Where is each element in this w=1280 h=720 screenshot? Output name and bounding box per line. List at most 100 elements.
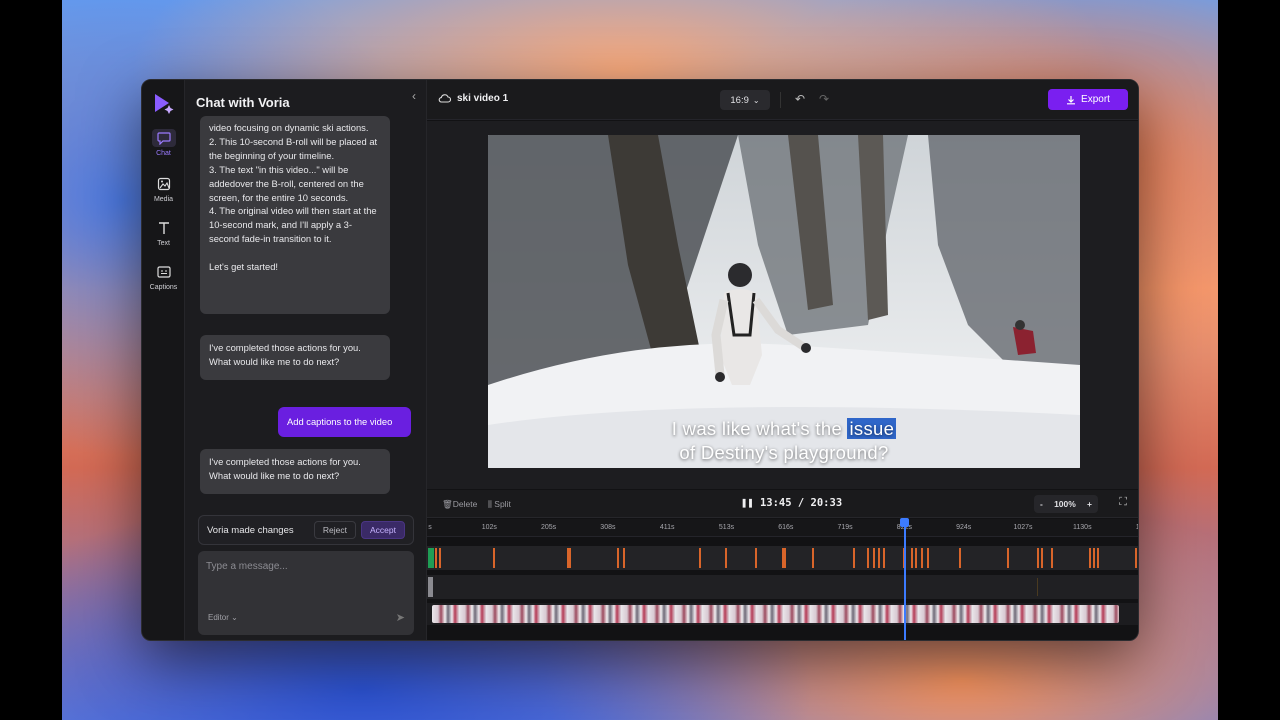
timecode-text: 13:45 / 20:33: [759, 497, 843, 509]
audio-marker: [1007, 548, 1009, 568]
ruler-tick-label: 719s: [837, 524, 853, 531]
audio-marker: [927, 548, 929, 568]
download-icon: [1067, 95, 1076, 104]
timeline-track-audio-markers[interactable]: [427, 546, 1138, 570]
timeline-controls: 🗑︎Delete ⫼ Split ❚❚ 13:45 / 20:33 - 100%…: [427, 490, 1138, 518]
rail-item-chat[interactable]: Chat: [142, 129, 185, 157]
audio-marker: [878, 548, 880, 568]
rail-label-captions: Captions: [149, 284, 178, 291]
zoom-level: 100%: [1054, 499, 1076, 509]
broll-clip[interactable]: [428, 577, 433, 597]
audio-marker: [439, 548, 441, 568]
trash-icon: 🗑︎: [442, 499, 453, 509]
chat-icon: [151, 129, 176, 147]
export-button[interactable]: Export: [1048, 89, 1128, 110]
project-name: ski video 1: [457, 93, 509, 104]
playback-timecode: ❚❚ 13:45 / 20:33: [741, 497, 842, 509]
audio-marker: [623, 548, 625, 568]
ruler-tick-label: 924s: [956, 524, 972, 531]
rail-item-captions[interactable]: Captions: [142, 263, 185, 291]
chat-message-ai: video focusing on dynamic ski actions. 2…: [200, 116, 390, 314]
audio-marker: [1097, 548, 1099, 568]
project-title[interactable]: ski video 1: [438, 93, 508, 104]
ruler-tick-label: 205s: [541, 524, 557, 531]
zoom-in-button[interactable]: +: [1087, 499, 1092, 509]
aspect-ratio-dropdown[interactable]: 16:9 ⌄: [720, 90, 770, 110]
delete-label: Delete: [452, 499, 478, 509]
left-rail: Chat Media Text Captions: [142, 80, 185, 640]
changes-bar: Voria made changes Reject Accept: [198, 515, 414, 545]
rail-label-chat: Chat: [156, 150, 171, 157]
playhead-handle[interactable]: [900, 518, 909, 527]
audio-marker: [493, 548, 495, 568]
chat-panel: Chat with Voria ‹ video focusing on dyna…: [185, 80, 427, 640]
ruler-tick-label: 513s: [718, 524, 735, 531]
ruler-tick-label: 123: [1136, 524, 1138, 531]
captions-icon: [154, 263, 174, 281]
chat-message-user: Add captions to the video: [278, 407, 411, 437]
audio-marker: [1089, 548, 1091, 568]
ruler-tick-label: 616s: [778, 524, 794, 531]
audio-marker: [911, 548, 913, 568]
collapse-panel-icon[interactable]: ‹: [412, 89, 416, 103]
timeline-track-broll[interactable]: [427, 575, 1138, 599]
audio-marker: [959, 548, 961, 568]
split-label: Split: [494, 499, 511, 509]
audio-marker: [921, 548, 923, 568]
split-button[interactable]: ⫼ Split: [488, 499, 511, 510]
rail-label-media: Media: [153, 196, 174, 203]
fullscreen-icon[interactable]: ⛶: [1119, 496, 1127, 509]
cloud-icon: [438, 94, 451, 103]
accept-button[interactable]: Accept: [361, 521, 405, 539]
audio-marker: [1135, 548, 1137, 568]
video-preview[interactable]: I was like what's the issue of Destiny's…: [488, 135, 1080, 468]
export-label: Export: [1081, 94, 1110, 105]
audio-marker: [915, 548, 917, 568]
timeline-track-video[interactable]: [427, 603, 1138, 625]
message-composer: Editor ⌄ ➤: [198, 551, 414, 635]
audio-marker: [853, 548, 855, 568]
editor-mode-dropdown[interactable]: Editor ⌄: [208, 613, 238, 622]
timeline-ruler[interactable]: s102s205s308s411s513s616s719s822s924s102…: [427, 519, 1138, 537]
ruler-tick-label: 308s: [600, 524, 616, 531]
ruler-tick-label: 1027s: [1013, 524, 1033, 531]
track-marker: [1037, 578, 1038, 596]
message-input[interactable]: [206, 561, 396, 572]
pause-icon[interactable]: ❚❚: [741, 497, 760, 509]
voria-logo-icon: [155, 94, 174, 114]
reject-button[interactable]: Reject: [313, 521, 356, 539]
audio-marker: [883, 548, 885, 568]
playhead[interactable]: [904, 519, 906, 640]
video-caption: I was like what's the issue of Destiny's…: [488, 417, 1080, 465]
audio-marker: [812, 548, 814, 568]
ruler-tick-label: s: [428, 524, 432, 531]
redo-icon[interactable]: ↷: [819, 92, 829, 106]
rail-item-text[interactable]: Text: [142, 219, 185, 247]
audio-marker: [784, 548, 786, 568]
chat-message-ai: I've completed those actions for you. Wh…: [200, 449, 390, 494]
chat-title: Chat with Voria: [196, 95, 290, 110]
chevron-down-icon: ⌄: [752, 95, 760, 105]
toolbar-divider: [780, 92, 781, 108]
audio-marker: [1051, 548, 1053, 568]
audio-marker: [435, 548, 437, 568]
caption-line-1: I was like what's the issue: [488, 417, 1080, 441]
caption-line-2: of Destiny's playground?: [679, 442, 889, 463]
zoom-control: - 100% +: [1034, 495, 1098, 513]
audio-marker: [1041, 548, 1043, 568]
chevron-down-icon: ⌄: [231, 613, 238, 622]
zoom-out-button[interactable]: -: [1040, 499, 1043, 509]
ruler-tick-label: 1130s: [1073, 524, 1092, 531]
rail-item-media[interactable]: Media: [142, 175, 185, 203]
video-clip-thumbnails[interactable]: [432, 605, 1119, 623]
editor-area: ski video 1 16:9 ⌄ ↶ ↷ Export I was like…: [427, 80, 1138, 640]
ruler-tick-label: 102s: [481, 524, 497, 531]
delete-button[interactable]: 🗑︎Delete: [442, 499, 477, 510]
send-icon[interactable]: ➤: [396, 611, 405, 624]
ruler-tick-label: 411s: [659, 524, 675, 531]
media-icon: [154, 175, 174, 193]
audio-marker: [1093, 548, 1095, 568]
caption-highlight-word: issue: [847, 418, 897, 439]
audio-marker: [617, 548, 619, 568]
undo-icon[interactable]: ↶: [795, 92, 805, 106]
